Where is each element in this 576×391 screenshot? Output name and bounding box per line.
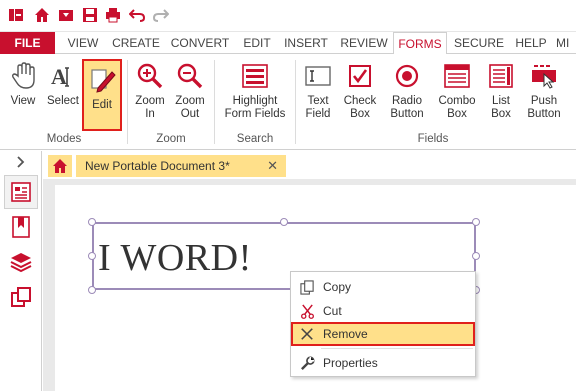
pencil-icon [86,64,118,96]
undo-icon[interactable] [128,6,146,24]
left-sidebar [0,151,42,391]
context-cut-label: Cut [323,304,342,318]
menu-bar: FILE VIEW CREATE CONVERT EDIT INSERT REV… [0,32,576,55]
text-field-icon [302,60,334,92]
tab-more[interactable]: MI [556,32,576,54]
radio-button-label: Radio Button [390,95,424,120]
tab-view[interactable]: VIEW [62,32,104,54]
context-copy-item[interactable]: Copy [291,275,475,299]
context-cut-item[interactable]: Cut [291,299,475,323]
zoom-out-button[interactable]: Zoom Out [170,57,210,129]
check-box-label: Check Box [343,95,377,120]
text-field-label: Text Field [305,95,331,120]
tab-convert[interactable]: CONVERT [168,32,232,54]
zoom-out-label: Zoom Out [175,95,205,120]
scissors-icon [299,303,315,319]
context-menu: Copy Cut Remove Properties [290,271,476,377]
combo-box-label: Combo Box [438,95,476,120]
copy-icon [299,279,315,295]
document-tab-title: New Portable Document 3* [85,159,230,173]
layers-icon[interactable] [8,249,34,275]
home-icon[interactable] [33,6,51,24]
select-mode-button[interactable]: A Select [44,57,82,129]
pages-panel-icon[interactable] [4,175,38,209]
list-box-button[interactable]: List Box [482,57,520,129]
form-field-text: I WORD! [98,237,252,279]
context-remove-item[interactable]: Remove [291,322,475,346]
resize-handle[interactable] [280,218,288,226]
context-properties-label: Properties [323,356,378,370]
fields-group-label: Fields [417,133,449,145]
context-properties-item[interactable]: Properties [291,351,475,375]
search-group-label: Search [236,133,274,145]
document-tabs: New Portable Document 3* ✕ [43,151,576,179]
select-mode-label: Select [47,95,79,107]
ribbon: View A Select Edit Modes Zoom In Zoom Ou… [0,54,576,150]
app-logo-icon[interactable] [7,6,25,24]
svg-text:A: A [51,64,67,89]
push-button-icon [528,60,560,92]
tab-review[interactable]: REVIEW [336,32,392,54]
check-box-icon [344,60,376,92]
context-copy-label: Copy [323,280,352,294]
tab-edit[interactable]: EDIT [238,32,276,54]
resize-handle[interactable] [88,252,96,260]
tab-secure[interactable]: SECURE [452,32,506,54]
list-box-label: List Box [491,95,511,120]
remove-x-icon [299,326,315,342]
hand-icon [7,60,39,92]
context-menu-divider [321,348,473,349]
document-tab[interactable]: New Portable Document 3* ✕ [76,155,286,177]
resize-handle[interactable] [472,252,480,260]
text-field-button[interactable]: Text Field [298,57,338,129]
highlight-form-fields-label: Highlight Form Fields [224,95,286,120]
edit-mode-button[interactable]: Edit [82,59,122,131]
expand-panel-chevron-icon[interactable] [8,153,34,171]
view-mode-label: View [10,95,36,107]
radio-button-button[interactable]: Radio Button [384,57,430,129]
highlight-fields-icon [239,60,271,92]
zoom-group-label: Zoom [156,133,186,145]
open-folder-icon[interactable] [57,6,75,24]
ribbon-separator [127,60,128,144]
tab-file[interactable]: FILE [0,32,55,54]
highlight-form-fields-button[interactable]: Highlight Form Fields [218,57,292,129]
redo-icon[interactable] [152,6,170,24]
resize-handle[interactable] [472,218,480,226]
ribbon-separator [214,60,215,144]
zoom-in-icon [134,60,166,92]
view-mode-button[interactable]: View [4,57,42,129]
close-tab-icon[interactable]: ✕ [267,155,278,177]
modes-group-label: Modes [46,133,82,145]
tab-forms[interactable]: FORMS [393,32,447,55]
tab-help[interactable]: HELP [511,32,551,54]
attachments-icon[interactable] [8,284,34,310]
quick-access-toolbar [0,0,576,32]
tab-create[interactable]: CREATE [109,32,163,54]
resize-handle[interactable] [88,286,96,294]
ribbon-separator [295,60,296,144]
push-button-button[interactable]: Push Button [522,57,566,129]
zoom-in-button[interactable]: Zoom In [131,57,169,129]
radio-button-icon [391,60,423,92]
context-remove-label: Remove [323,327,368,341]
check-box-button[interactable]: Check Box [340,57,380,129]
wrench-icon [299,355,315,371]
tab-insert[interactable]: INSERT [281,32,331,54]
select-text-icon: A [47,60,79,92]
list-box-icon [485,60,517,92]
print-icon[interactable] [104,6,122,24]
resize-handle[interactable] [88,218,96,226]
save-icon[interactable] [81,6,99,24]
zoom-out-icon [174,60,206,92]
combo-box-button[interactable]: Combo Box [434,57,480,129]
push-button-label: Push Button [527,95,561,120]
bookmarks-icon[interactable] [8,214,34,240]
edit-mode-label: Edit [92,99,112,111]
combo-box-icon [441,60,473,92]
home-tab-icon[interactable] [48,155,72,177]
zoom-in-label: Zoom In [135,95,165,120]
